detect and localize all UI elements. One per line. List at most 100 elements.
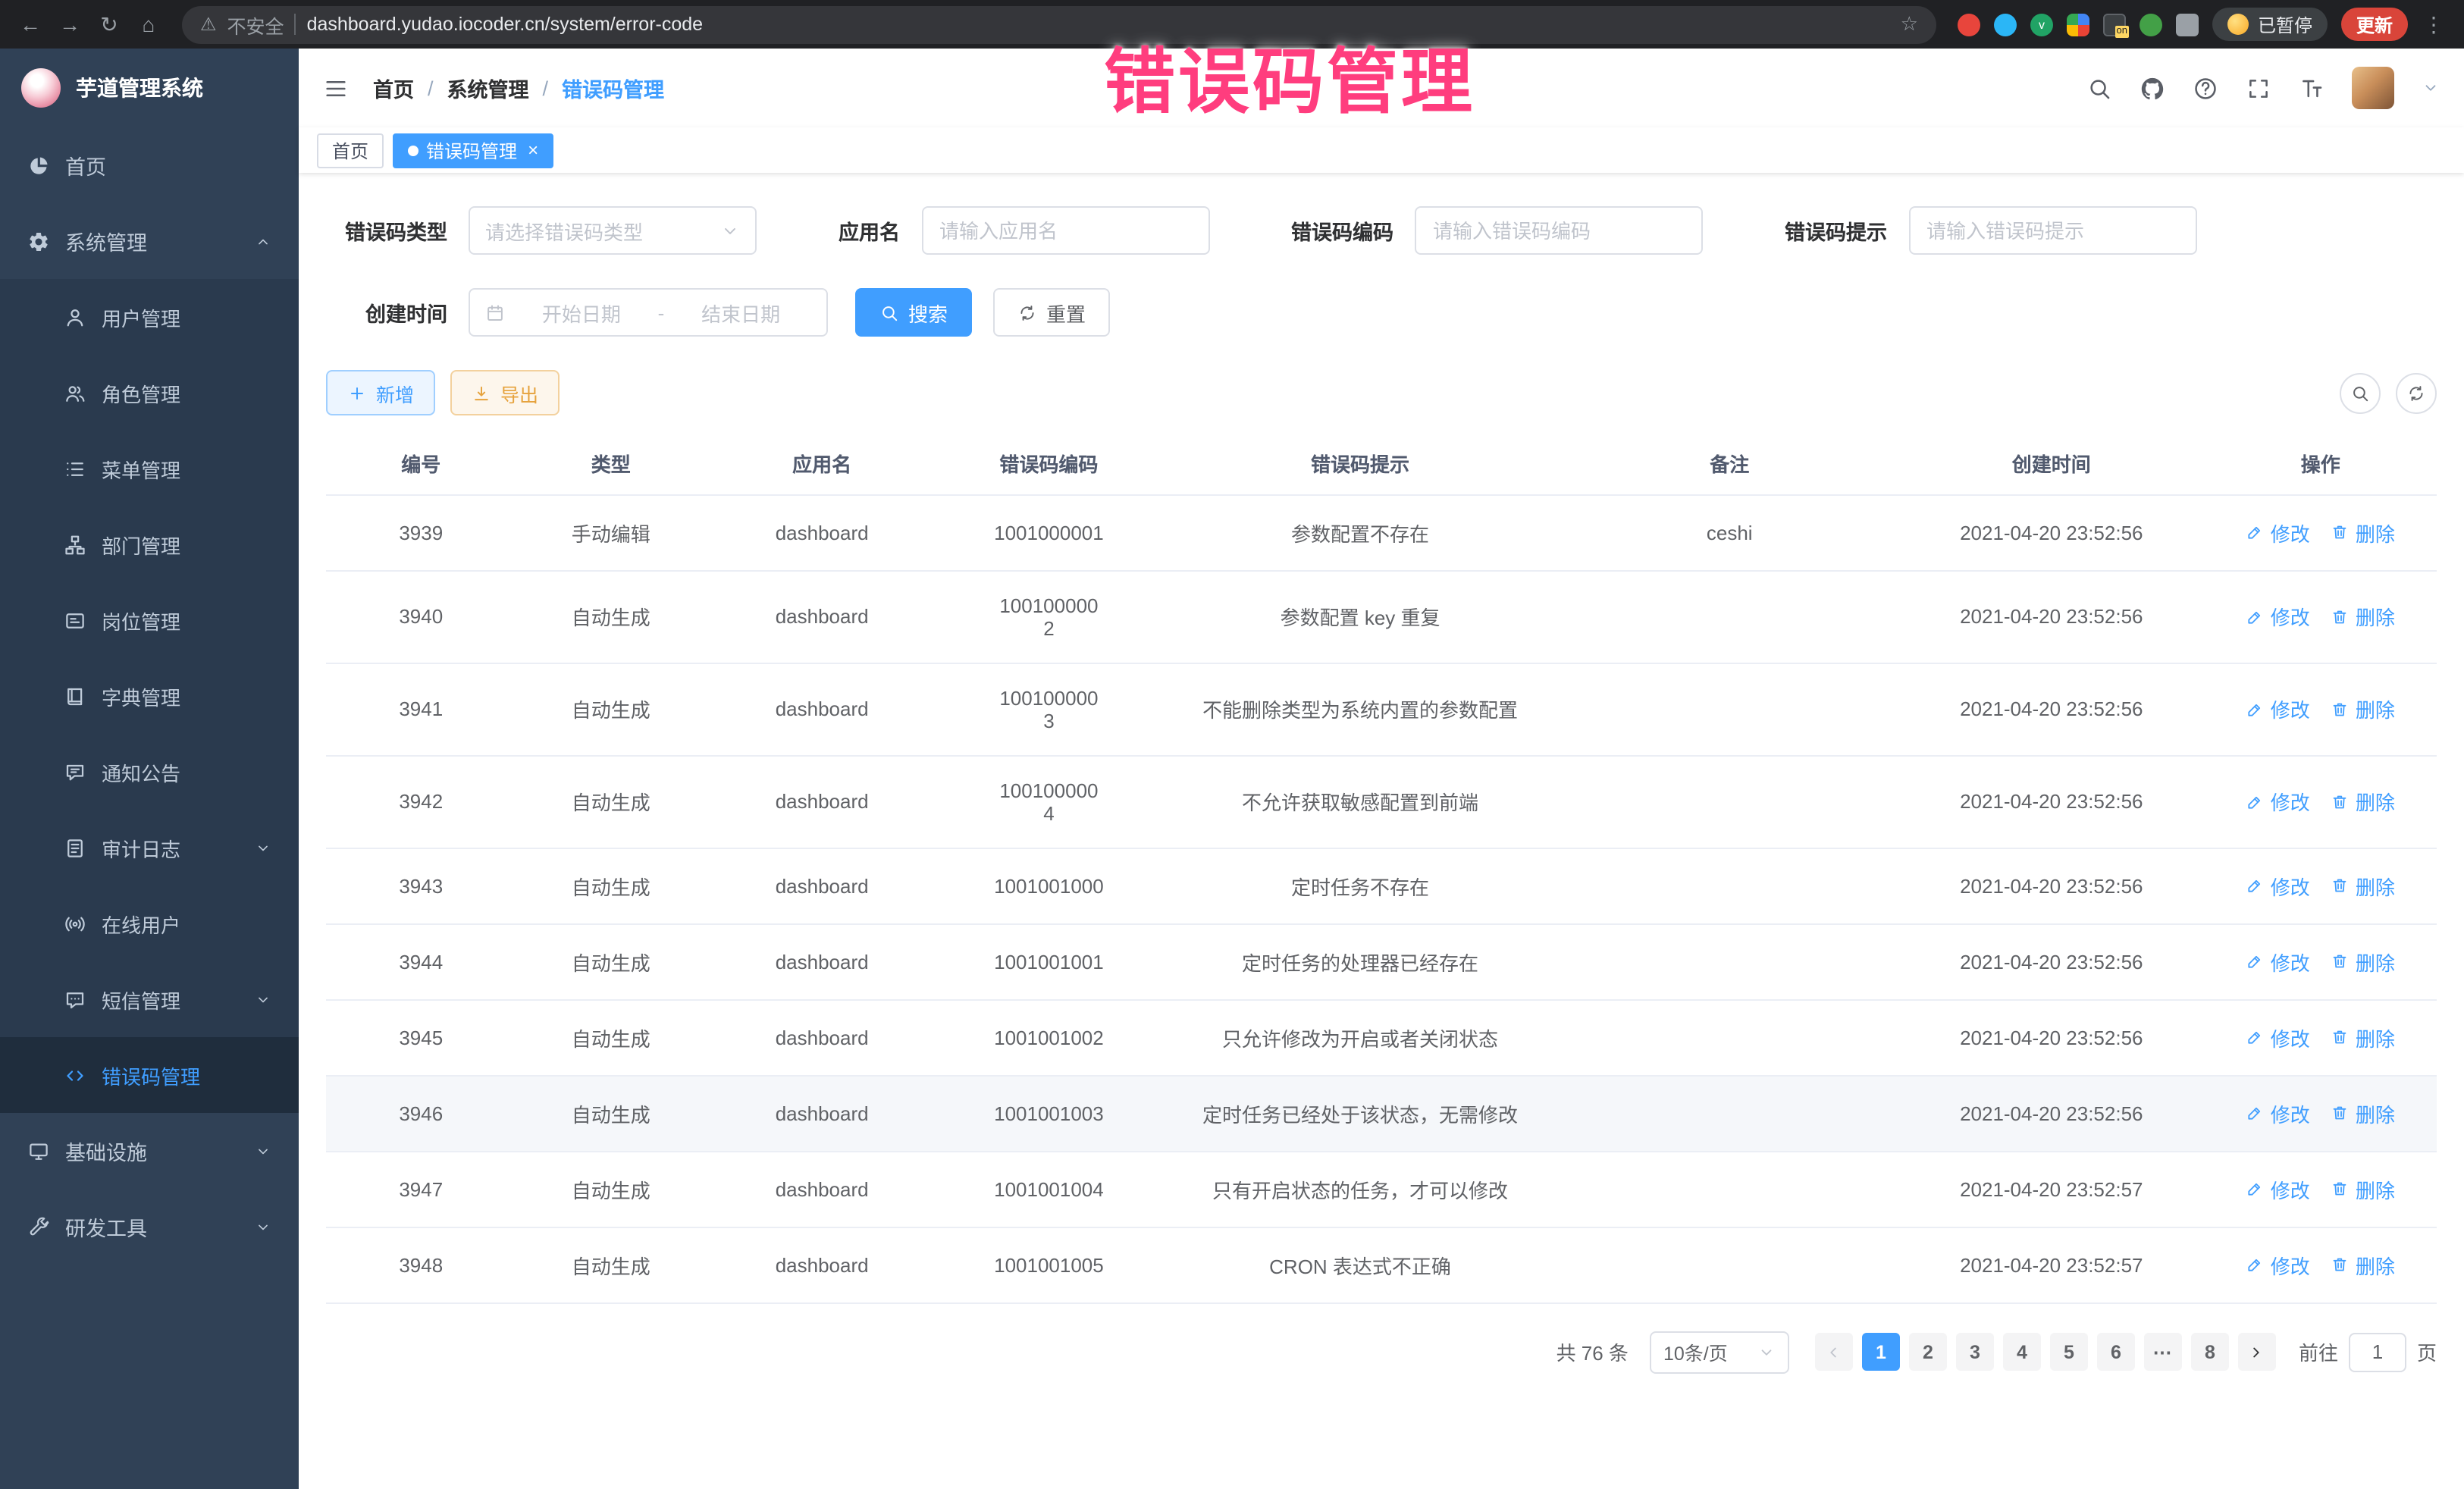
prev-page-button[interactable] (1815, 1333, 1853, 1371)
forward-button[interactable]: → (52, 6, 88, 42)
sidebar-item-system-management[interactable]: 系统管理 (0, 203, 299, 279)
extension-icon[interactable] (1958, 13, 1980, 36)
sidebar-item-dictionary-management[interactable]: 字典管理 (0, 658, 299, 734)
search-icon[interactable] (2086, 75, 2112, 101)
cell-error-code: 1001001001 (938, 923, 1159, 999)
delete-link[interactable]: 删除 (2331, 1174, 2395, 1203)
page-button[interactable]: 8 (2191, 1333, 2229, 1371)
sidebar-item-user-management[interactable]: 用户管理 (0, 279, 299, 355)
error-code-input[interactable] (1415, 206, 1703, 255)
hamburger-icon[interactable] (323, 75, 349, 101)
menu-label: 菜单管理 (102, 454, 180, 483)
sidebar-item-dev-tools[interactable]: 研发工具 (0, 1189, 299, 1265)
back-button[interactable]: ← (12, 6, 49, 42)
delete-link[interactable]: 删除 (2331, 602, 2395, 631)
error-type-select[interactable]: 请选择错误码类型 (469, 206, 757, 255)
edit-link[interactable]: 修改 (2246, 787, 2310, 816)
page-button[interactable]: 1 (1862, 1333, 1900, 1371)
paused-badge[interactable]: 已暂停 (2212, 8, 2328, 41)
help-icon[interactable] (2193, 75, 2218, 101)
sidebar-item-infrastructure[interactable]: 基础设施 (0, 1113, 299, 1189)
edit-link[interactable]: 修改 (2246, 1250, 2310, 1279)
extensions-puzzle-icon[interactable] (2176, 13, 2199, 36)
extension-icon[interactable] (1994, 13, 2017, 36)
search-button[interactable]: 搜索 (855, 288, 972, 337)
extension-icon[interactable]: v (2030, 13, 2053, 36)
table-row: 3944 自动生成 dashboard 1001001001 定时任务的处理器已… (326, 923, 2437, 999)
edit-link[interactable]: 修改 (2246, 1174, 2310, 1203)
address-bar[interactable]: ⚠ 不安全 dashboard.yudao.iocoder.cn/system/… (182, 5, 1936, 43)
cell-actions: 修改 删除 (2205, 755, 2437, 848)
page-button[interactable]: 2 (1909, 1333, 1947, 1371)
goto-page-input[interactable] (2349, 1332, 2406, 1371)
edit-link[interactable]: 修改 (2246, 1023, 2310, 1052)
reset-button[interactable]: 重置 (993, 288, 1110, 337)
sidebar-item-role-management[interactable]: 角色管理 (0, 355, 299, 431)
user-avatar[interactable] (2352, 67, 2394, 109)
error-hint-input[interactable] (1908, 206, 2196, 255)
breadcrumb-home[interactable]: 首页 (373, 73, 414, 103)
bookmark-star-icon[interactable]: ☆ (1901, 12, 1918, 36)
edit-link[interactable]: 修改 (2246, 947, 2310, 976)
add-button[interactable]: 新增 (326, 370, 435, 415)
more-pages-button[interactable]: ⋯ (2144, 1333, 2182, 1371)
table-row: 3948 自动生成 dashboard 1001001005 CRON 表达式不… (326, 1227, 2437, 1302)
close-icon[interactable]: × (528, 139, 538, 161)
breadcrumb-system-management[interactable]: 系统管理 (447, 73, 529, 103)
delete-link[interactable]: 删除 (2331, 787, 2395, 816)
delete-link[interactable]: 删除 (2331, 947, 2395, 976)
delete-link[interactable]: 删除 (2331, 1023, 2395, 1052)
delete-link[interactable]: 删除 (2331, 1250, 2395, 1279)
extension-icon[interactable] (2067, 13, 2089, 36)
home-button[interactable]: ⌂ (130, 6, 167, 42)
security-label: 不安全 (227, 10, 284, 39)
tag-error-code-management[interactable]: 错误码管理 × (393, 133, 553, 168)
sidebar-item-post-management[interactable]: 岗位管理 (0, 582, 299, 658)
cell-type: 手动编辑 (516, 494, 707, 570)
sidebar-item-online-users[interactable]: 在线用户 (0, 886, 299, 961)
tag-home[interactable]: 首页 (317, 133, 384, 168)
delete-link[interactable]: 删除 (2331, 871, 2395, 900)
cell-remark (1561, 848, 1898, 923)
page-button[interactable]: 6 (2097, 1333, 2135, 1371)
sidebar-item-audit-log[interactable]: 审计日志 (0, 810, 299, 886)
next-page-button[interactable] (2238, 1333, 2276, 1371)
delete-link[interactable]: 删除 (2331, 1099, 2395, 1127)
github-icon[interactable] (2140, 75, 2165, 101)
edit-link[interactable]: 修改 (2246, 871, 2310, 900)
app-title: 芋道管理系统 (76, 73, 203, 103)
edit-link[interactable]: 修改 (2246, 694, 2310, 723)
edit-link[interactable]: 修改 (2246, 518, 2310, 547)
reload-button[interactable]: ↻ (91, 6, 127, 42)
sidebar-item-notice-announcement[interactable]: 通知公告 (0, 734, 299, 810)
edit-link[interactable]: 修改 (2246, 602, 2310, 631)
create-time-range-picker[interactable]: 开始日期 - 结束日期 (469, 288, 828, 337)
menu-dots-icon[interactable]: ⋮ (2422, 11, 2446, 37)
dev-tools-icon (27, 1215, 50, 1238)
sidebar-item-error-code-management[interactable]: 错误码管理 (0, 1037, 299, 1113)
edit-link[interactable]: 修改 (2246, 1099, 2310, 1127)
trash-icon (2331, 700, 2350, 718)
extension-icon[interactable] (2140, 13, 2162, 36)
sidebar-item-department-management[interactable]: 部门管理 (0, 506, 299, 582)
chevron-down-icon[interactable] (2422, 79, 2440, 97)
sidebar-item-home[interactable]: 首页 (0, 127, 299, 203)
delete-link[interactable]: 删除 (2331, 694, 2395, 723)
cell-create-time: 2021-04-20 23:52:56 (1898, 570, 2205, 663)
cell-actions: 修改 删除 (2205, 1227, 2437, 1302)
page-button[interactable]: 5 (2050, 1333, 2088, 1371)
app-name-input[interactable] (921, 206, 1209, 255)
export-button[interactable]: 导出 (450, 370, 560, 415)
sidebar-item-menu-management[interactable]: 菜单管理 (0, 431, 299, 506)
page-size-select[interactable]: 10条/页 (1650, 1331, 1789, 1373)
sidebar-item-sms-management[interactable]: 短信管理 (0, 961, 299, 1037)
show-search-toggle-button[interactable] (2340, 372, 2381, 413)
refresh-table-button[interactable] (2396, 372, 2437, 413)
delete-link[interactable]: 删除 (2331, 518, 2395, 547)
font-size-icon[interactable] (2299, 75, 2324, 101)
update-button[interactable]: 更新 (2341, 8, 2408, 41)
page-button[interactable]: 3 (1956, 1333, 1994, 1371)
fullscreen-icon[interactable] (2246, 75, 2271, 101)
page-button[interactable]: 4 (2003, 1333, 2041, 1371)
extension-icon[interactable]: on (2103, 13, 2126, 36)
